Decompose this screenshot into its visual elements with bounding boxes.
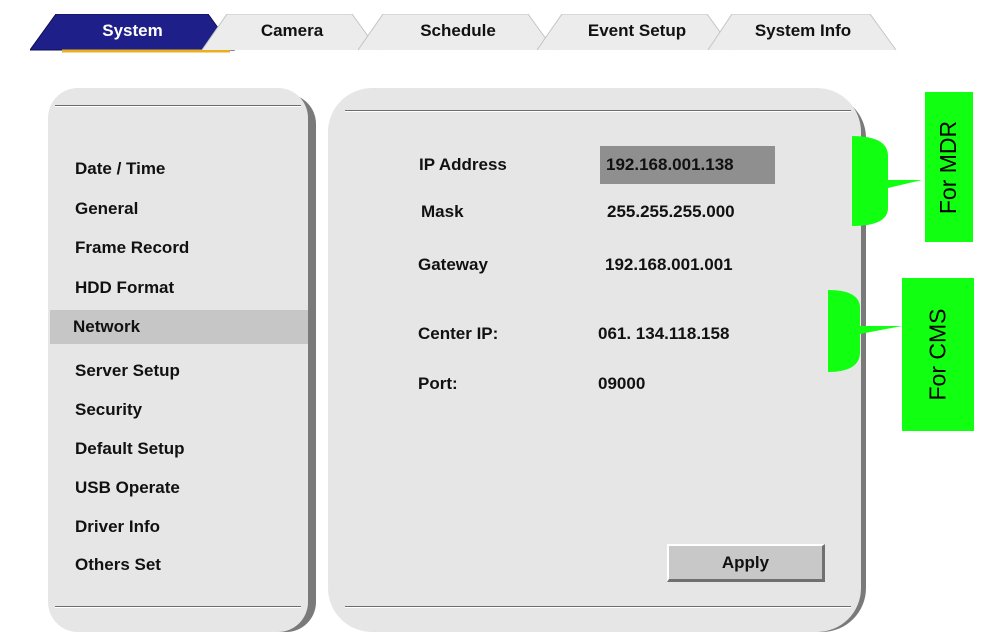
tab-event-setup[interactable]: Event Setup <box>537 14 737 51</box>
port-field[interactable]: 09000 <box>598 374 645 394</box>
sidebar-item-general[interactable]: General <box>50 192 308 226</box>
sidebar-item-label: HDD Format <box>75 278 175 297</box>
sidebar-item-hdd-format[interactable]: HDD Format <box>50 271 308 305</box>
sidebar-bottom-divider <box>55 606 301 608</box>
sidebar-item-label: General <box>75 199 139 218</box>
tab-system-label: System <box>102 21 163 40</box>
sidebar-item-label: Network <box>73 317 141 336</box>
sidebar-item-label: Security <box>75 400 143 419</box>
mask-field[interactable]: 255.255.255.000 <box>607 202 735 222</box>
sidebar-item-date-time[interactable]: Date / Time <box>50 152 308 186</box>
sidebar-item-usb-operate[interactable]: USB Operate <box>50 471 308 505</box>
sidebar-item-default-setup[interactable]: Default Setup <box>50 432 308 466</box>
gateway-field[interactable]: 192.168.001.001 <box>605 255 733 275</box>
sidebar-item-label: Server Setup <box>75 361 180 380</box>
ip-address-label: IP Address <box>419 155 507 174</box>
sidebar-item-frame-record[interactable]: Frame Record <box>50 231 308 265</box>
tab-camera-label: Camera <box>260 21 324 40</box>
mdr-callout-arrow <box>852 136 922 226</box>
network-bottom-divider <box>345 606 851 608</box>
cms-annotation-label: For CMS <box>924 308 951 401</box>
cms-callout-arrow <box>828 290 902 372</box>
mdr-annotation-label: For MDR <box>935 120 962 214</box>
center-ip-label: Center IP: <box>418 324 499 343</box>
apply-button-label: Apply <box>721 552 770 572</box>
sidebar-item-security[interactable]: Security <box>50 393 308 427</box>
mask-label: Mask <box>421 202 464 221</box>
tab-schedule-label: Schedule <box>420 21 496 40</box>
sidebar-item-label: Driver Info <box>75 517 161 536</box>
sidebar-top-divider <box>55 105 301 107</box>
port-label: Port: <box>418 374 458 393</box>
sidebar-item-others-set[interactable]: Others Set <box>50 548 308 582</box>
sidebar-item-server-setup[interactable]: Server Setup <box>50 354 308 388</box>
apply-button[interactable]: Apply <box>667 544 825 582</box>
mdr-annotation: For MDR <box>925 92 973 242</box>
sidebar-item-label: Default Setup <box>75 439 185 458</box>
ip-address-value: 192.168.001.138 <box>606 155 734 174</box>
gateway-label: Gateway <box>418 255 488 274</box>
tab-system-info[interactable]: System Info <box>708 14 898 51</box>
sidebar-item-label: Others Set <box>75 555 161 574</box>
sidebar-item-network[interactable]: Network <box>50 310 308 344</box>
tab-schedule[interactable]: Schedule <box>358 14 558 51</box>
tab-event-setup-label: Event Setup <box>587 21 687 40</box>
sidebar-item-label: Frame Record <box>75 238 190 257</box>
network-top-divider <box>345 110 851 112</box>
sidebar-item-label: Date / Time <box>75 159 166 178</box>
tab-camera[interactable]: Camera <box>202 14 382 51</box>
cms-annotation: For CMS <box>902 278 974 431</box>
sidebar-item-label: USB Operate <box>75 478 180 497</box>
center-ip-field[interactable]: 061. 134.118.158 <box>598 324 729 344</box>
sidebar-item-driver-info[interactable]: Driver Info <box>50 510 308 544</box>
tab-system-info-label: System Info <box>754 21 852 40</box>
